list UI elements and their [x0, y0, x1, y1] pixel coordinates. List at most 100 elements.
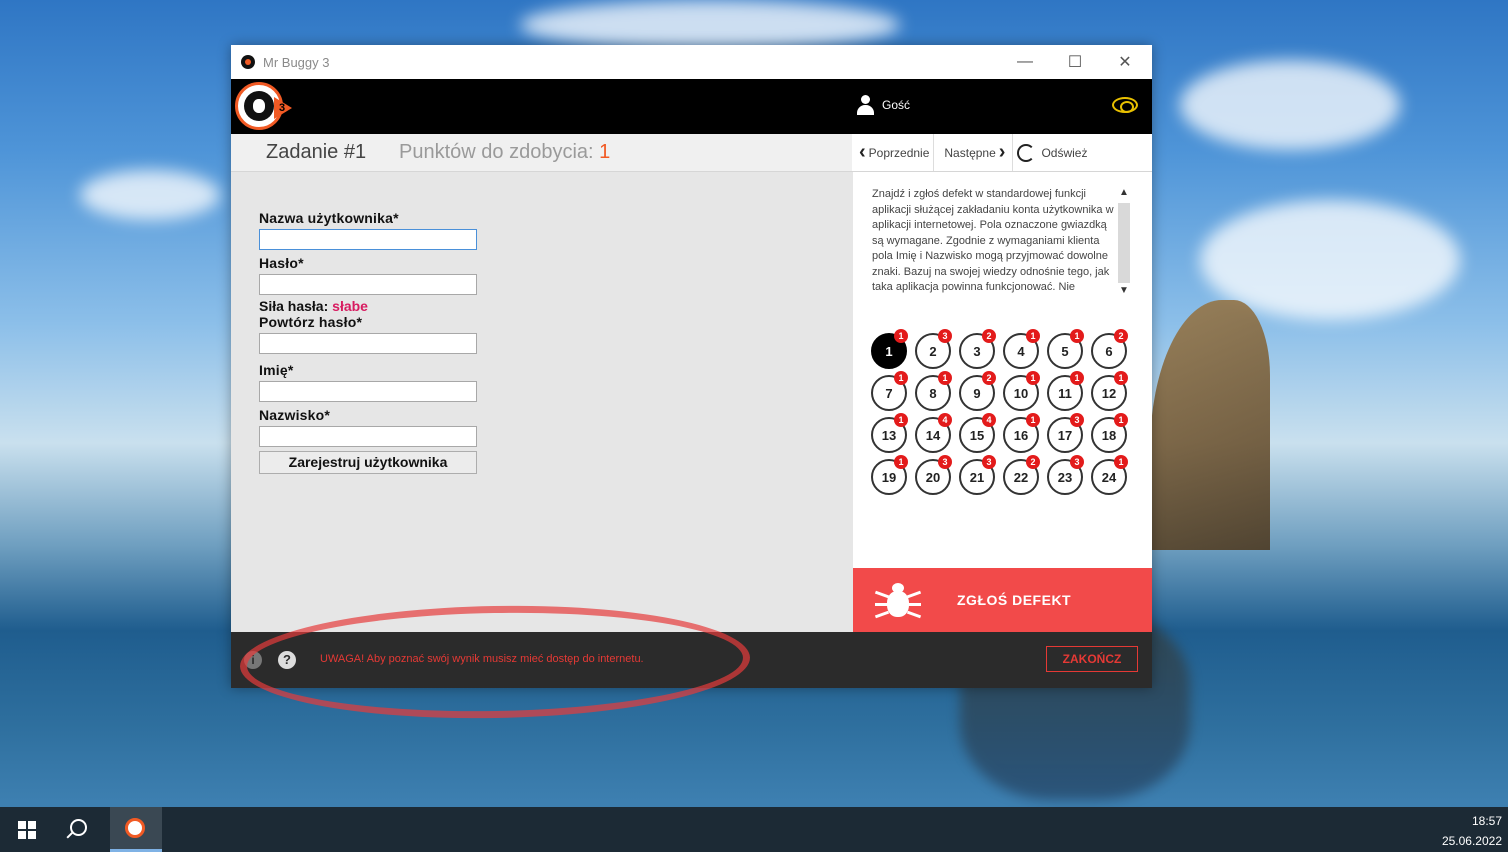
description-scrollbar[interactable]: ▲ ▼ [1117, 187, 1131, 312]
task-number: 7 [885, 385, 893, 401]
task-circle[interactable]: 51 [1047, 329, 1084, 369]
task-number: 22 [1013, 469, 1029, 485]
repeat-password-field[interactable] [259, 333, 477, 354]
password-label: Hasło* [259, 255, 304, 271]
user-icon [856, 95, 874, 115]
bug-logo-icon [244, 91, 274, 121]
points-value: 1 [599, 141, 611, 163]
task-number: 8 [929, 385, 937, 401]
task-circle[interactable]: 18 1 [1091, 413, 1128, 453]
task-circle[interactable]: 20 3 [915, 455, 952, 495]
task-badge: 1 [1114, 371, 1128, 385]
task-number: 4 [1017, 343, 1025, 359]
first-name-field[interactable] [259, 381, 477, 402]
bug-icon [874, 577, 922, 623]
next-label: Następne [944, 145, 996, 160]
task-grid: 1 1 2 3 3 2 4 1 5 1 6 2 7 1 8 1 9 2 10 1 11 1 12 1 13 1 14 4 15 4 16 1 1… [871, 329, 1129, 495]
task-number: 9 [973, 385, 981, 401]
task-number: 17 [1057, 427, 1073, 443]
last-name-field[interactable] [259, 426, 477, 447]
task-number: 5 [1061, 343, 1069, 359]
eye-icon[interactable] [1112, 97, 1138, 113]
task-circle[interactable]: 14 4 [915, 413, 952, 453]
task-circle[interactable]: 12 1 [1091, 371, 1128, 411]
register-button[interactable]: Zarejestruj użytkownika [259, 451, 477, 474]
task-circle[interactable]: 41 [1003, 329, 1040, 369]
finish-button[interactable]: ZAKOŃCZ [1046, 646, 1138, 672]
task-title: Zadanie #1 [266, 141, 367, 163]
task-circle[interactable]: 62 [1091, 329, 1128, 369]
task-badge: 1 [894, 329, 908, 343]
close-button[interactable]: ✕ [1102, 45, 1148, 79]
scroll-up-icon[interactable]: ▲ [1117, 187, 1131, 201]
first-name-label: Imię* [259, 362, 294, 378]
task-circle[interactable]: 17 3 [1047, 413, 1084, 453]
previous-button[interactable]: ‹ Poprzednie [852, 134, 935, 171]
strength-value: słabe [332, 298, 368, 314]
windows-start-icon[interactable] [18, 821, 36, 839]
user-menu[interactable]: Gość [856, 95, 910, 115]
app-header: 3 Gość [231, 79, 1152, 134]
points-info: Punktów do zdobycia: 1 [399, 141, 610, 164]
task-circle[interactable]: 13 1 [871, 413, 908, 453]
task-circle[interactable]: 19 1 [871, 455, 908, 495]
cloud [80, 170, 220, 220]
desktop-cliff [1150, 300, 1270, 550]
task-badge: 1 [1114, 455, 1128, 469]
task-number: 3 [973, 343, 981, 359]
password-field[interactable] [259, 274, 477, 295]
task-circle[interactable]: 71 [871, 371, 908, 411]
task-circle[interactable]: 11 1 [1047, 371, 1084, 411]
report-defect-button[interactable]: ZGŁOŚ DEFEKT [853, 568, 1152, 632]
minimize-button[interactable]: — [1002, 45, 1048, 79]
task-circle[interactable]: 16 1 [1003, 413, 1040, 453]
task-circle[interactable]: 81 [915, 371, 952, 411]
task-badge: 1 [894, 413, 908, 427]
task-badge: 1 [1026, 413, 1040, 427]
maximize-button[interactable]: ☐ [1052, 45, 1098, 79]
task-description: Znajdź i zgłoś defekt w standardowej fun… [872, 188, 1114, 293]
chevron-left-icon: ‹ [859, 141, 866, 163]
task-badge: 3 [982, 455, 996, 469]
task-number: 21 [969, 469, 985, 485]
scroll-down-icon[interactable]: ▼ [1117, 285, 1131, 299]
strength-label: Siła hasła: [259, 298, 329, 314]
task-number: 14 [925, 427, 941, 443]
next-button[interactable]: Następne › [934, 134, 1014, 171]
task-circle[interactable]: 23 [915, 329, 952, 369]
task-circle[interactable]: 15 4 [959, 413, 996, 453]
task-badge: 1 [1026, 371, 1040, 385]
refresh-button[interactable]: Odśwież [1013, 134, 1091, 171]
username-field[interactable] [259, 229, 477, 250]
task-circle[interactable]: 10 1 [1003, 371, 1040, 411]
password-strength: Siła hasła: słabe [259, 298, 481, 314]
task-circle[interactable]: 11 [871, 329, 908, 369]
chevron-right-icon: › [998, 141, 1006, 163]
task-number: 12 [1101, 385, 1117, 401]
taskbar-app-mr-buggy[interactable] [110, 807, 162, 852]
task-circle[interactable]: 21 3 [959, 455, 996, 495]
repeat-password-label: Powtórz hasło* [259, 314, 363, 330]
task-circle[interactable]: 92 [959, 371, 996, 411]
scroll-thumb[interactable] [1118, 203, 1130, 283]
system-clock[interactable]: 18:57 25.06.2022 [1442, 811, 1502, 851]
task-badge: 2 [982, 371, 996, 385]
task-number: 2 [929, 343, 937, 359]
task-badge: 3 [1070, 455, 1084, 469]
username-label: Nazwa użytkownika* [259, 210, 399, 226]
task-badge: 2 [982, 329, 996, 343]
task-circle[interactable]: 22 2 [1003, 455, 1040, 495]
search-icon[interactable] [70, 819, 87, 836]
task-badge: 1 [1070, 329, 1084, 343]
task-circle[interactable]: 24 1 [1091, 455, 1128, 495]
task-circle[interactable]: 32 [959, 329, 996, 369]
mr-buggy-taskbar-icon [125, 818, 145, 838]
app-window: Mr Buggy 3 — ☐ ✕ 3 Gość Zadanie #1 Punkt… [231, 45, 1152, 688]
logo-number: 3 [274, 97, 292, 119]
task-sidebar: Znajdź i zgłoś defekt w standardowej fun… [853, 172, 1152, 632]
task-navigation: ‹ Poprzednie Następne › Odśwież [852, 134, 1152, 171]
task-number: 16 [1013, 427, 1029, 443]
task-circle[interactable]: 23 3 [1047, 455, 1084, 495]
previous-label: Poprzednie [868, 145, 930, 160]
task-badge: 4 [982, 413, 996, 427]
